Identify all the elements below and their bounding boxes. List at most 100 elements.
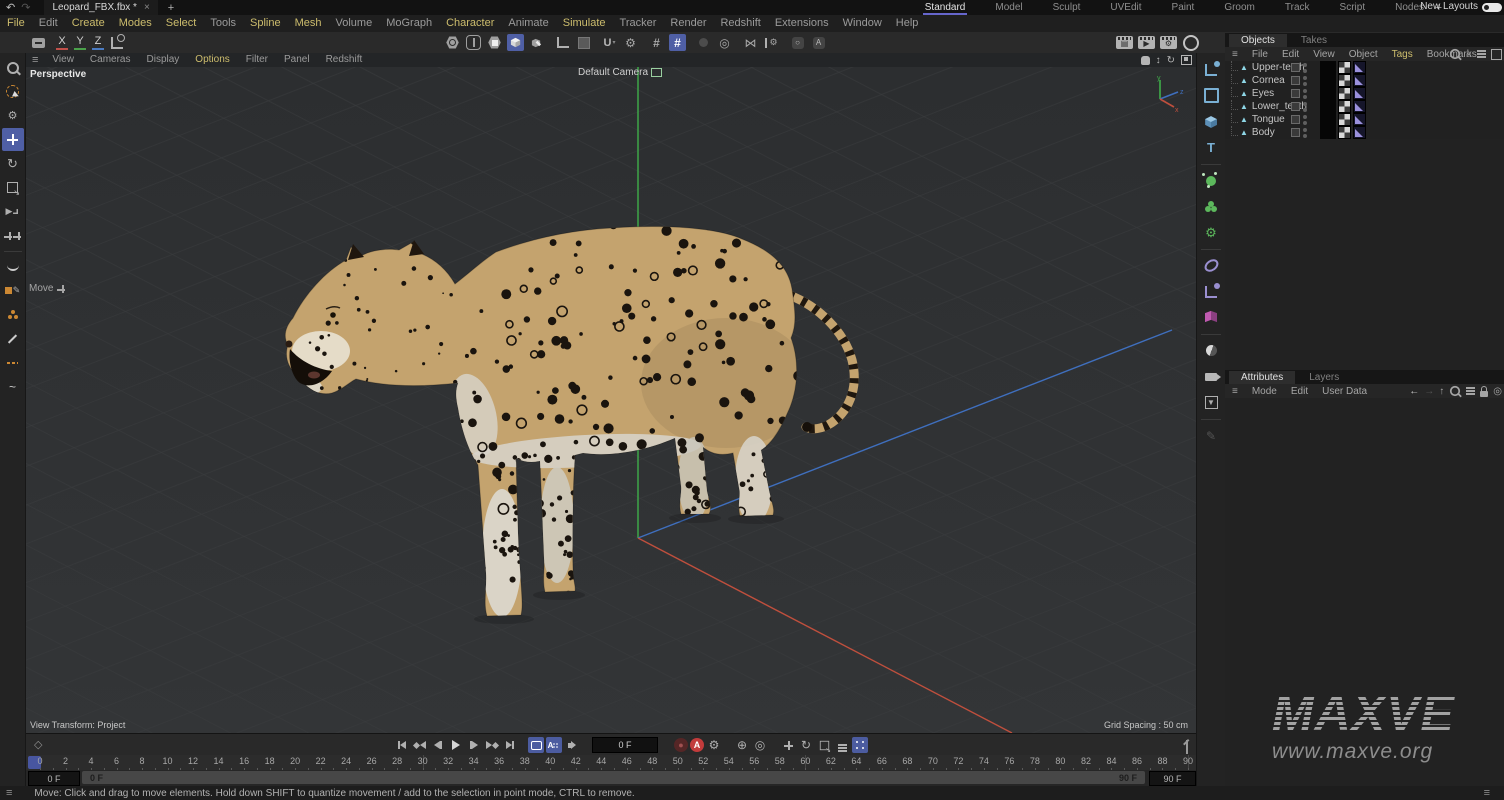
key-position-button[interactable] — [780, 737, 796, 753]
layout-tab-model[interactable]: Model — [993, 1, 1024, 14]
plane-icon[interactable] — [575, 34, 592, 51]
object-visibility-dots[interactable] — [1303, 115, 1307, 125]
object-enable-toggle[interactable] — [1291, 115, 1300, 124]
spline-pen-icon[interactable] — [2, 255, 24, 278]
viewport-search-icon[interactable] — [2, 56, 24, 79]
key-pla-button[interactable] — [852, 737, 868, 753]
axis-gizmo[interactable]: y z x — [1144, 75, 1186, 115]
coordinate-system-icon[interactable]: U▾ — [601, 34, 618, 51]
keying-settings-icon[interactable]: ⚙ — [706, 737, 722, 753]
menu-create[interactable]: Create — [65, 15, 112, 32]
goto-end-button[interactable] — [502, 737, 518, 753]
spline-rect-icon[interactable]: ✎ — [2, 279, 24, 302]
camera-object-icon[interactable] — [1199, 364, 1223, 389]
field-object-icon[interactable] — [1199, 253, 1223, 278]
add-pen-object-icon[interactable] — [528, 34, 545, 51]
spline-smooth-icon[interactable] — [2, 351, 24, 374]
next-frame-button[interactable] — [466, 737, 482, 753]
autokey-button[interactable]: A — [690, 738, 704, 752]
range-start-field[interactable]: 0 F — [28, 771, 80, 786]
phong-tag-icon[interactable] — [1353, 74, 1366, 87]
viewport-menu-display[interactable]: Display — [139, 53, 188, 67]
attr-lock-icon[interactable] — [1480, 391, 1488, 397]
object-row[interactable]: ▲Body — [1225, 126, 1504, 139]
menu-volume[interactable]: Volume — [329, 15, 380, 32]
texture-tag-icon[interactable] — [1338, 126, 1351, 139]
menu-mesh[interactable]: Mesh — [288, 15, 329, 32]
auto-mode-icon[interactable]: A — [810, 34, 827, 51]
document-tab[interactable]: Leopard_FBX.fbx * × — [44, 0, 157, 15]
object-visibility-dots[interactable] — [1303, 76, 1307, 86]
layout-tab-script[interactable]: Script — [1338, 1, 1368, 14]
om-panel-icon[interactable] — [1491, 49, 1502, 60]
object-enable-toggle[interactable] — [1291, 128, 1300, 137]
attr-hamburger-icon[interactable]: ≡ — [1225, 386, 1245, 397]
timeline-popout-icon[interactable] — [1186, 740, 1188, 752]
status-right-hamburger-icon[interactable]: ≡ — [1484, 787, 1490, 799]
disabled-circle-icon[interactable] — [695, 34, 712, 51]
sound-button[interactable] — [564, 737, 580, 753]
workplane-icon[interactable] — [108, 34, 125, 51]
layout-tab-standard[interactable]: Standard — [923, 1, 968, 14]
phong-tag-icon[interactable] — [1353, 113, 1366, 126]
menu-tools[interactable]: Tools — [203, 15, 243, 32]
axis-corner-icon[interactable] — [554, 34, 571, 51]
rotate-view-icon[interactable]: ↻ — [1167, 55, 1175, 66]
3d-viewport[interactable]: ≡ ViewCamerasDisplayOptionsFilterPanelRe… — [26, 53, 1196, 733]
om-hamburger-icon[interactable]: ≡ — [1225, 49, 1245, 60]
object-enable-toggle[interactable] — [1291, 76, 1300, 85]
attr-menu-edit[interactable]: Edit — [1284, 386, 1315, 397]
om-home-icon[interactable]: ⌂ — [1466, 49, 1472, 60]
om-menu-view[interactable]: View — [1306, 49, 1342, 60]
attr-search-icon[interactable] — [1450, 386, 1460, 396]
pan-view-icon[interactable] — [1141, 56, 1150, 65]
undo-icon[interactable]: ↶ — [6, 1, 15, 14]
object-row[interactable]: ▲Lower_teeth — [1225, 100, 1504, 113]
prev-key-button[interactable] — [412, 737, 428, 753]
tree-branch[interactable] — [1231, 126, 1238, 136]
texture-tag-icon[interactable] — [1338, 113, 1351, 126]
key-position-circle-icon[interactable]: ⊕ — [734, 737, 750, 753]
layout-toggle[interactable] — [1482, 3, 1502, 12]
tab-attributes[interactable]: Attributes — [1229, 371, 1295, 384]
camera-link-icon[interactable] — [651, 68, 662, 77]
phong-tag-icon[interactable] — [1353, 126, 1366, 139]
multi-move-icon[interactable] — [2, 224, 24, 247]
cursor-move-icon[interactable]: ▶ — [2, 200, 24, 223]
menu-redshift[interactable]: Redshift — [713, 15, 767, 32]
target-icon[interactable]: ◎ — [716, 34, 733, 51]
menu-spline[interactable]: Spline — [243, 15, 288, 32]
menu-mograph[interactable]: MoGraph — [379, 15, 439, 32]
om-search-icon[interactable] — [1450, 49, 1460, 59]
menu-select[interactable]: Select — [159, 15, 204, 32]
axis-z-lock-button[interactable]: Z — [90, 34, 106, 50]
text-object-icon[interactable]: T — [1199, 135, 1223, 160]
om-filter-icon[interactable] — [1477, 50, 1486, 52]
tree-branch[interactable] — [1231, 61, 1238, 71]
prev-frame-button[interactable] — [430, 737, 446, 753]
object-enable-toggle[interactable] — [1291, 102, 1300, 111]
gear-dropdown-icon[interactable]: ⚙ — [622, 34, 639, 51]
tree-branch[interactable] — [1231, 74, 1238, 84]
phong-tag-icon[interactable] — [1353, 100, 1366, 113]
render-icon[interactable] — [465, 34, 482, 51]
array-generator-icon[interactable] — [1199, 194, 1223, 219]
null-object-icon[interactable] — [1199, 57, 1223, 82]
phong-tag-icon[interactable] — [1353, 61, 1366, 74]
attr-forward-icon[interactable]: → — [1424, 386, 1434, 397]
snap-settings-icon[interactable]: ⚙ — [763, 34, 780, 51]
tab-takes[interactable]: Takes — [1289, 34, 1339, 47]
layout-tab-paint[interactable]: Paint — [1170, 1, 1197, 14]
object-visibility-dots[interactable] — [1303, 63, 1307, 73]
subdivision-surface-icon[interactable] — [1199, 168, 1223, 193]
new-layouts-label[interactable]: New Layouts — [1420, 1, 1478, 12]
range-end-field[interactable]: 90 F — [1149, 771, 1196, 786]
goto-start-button[interactable] — [394, 737, 410, 753]
loop-mode-button[interactable] — [528, 737, 544, 753]
object-row[interactable]: ▲Cornea — [1225, 74, 1504, 87]
menu-modes[interactable]: Modes — [112, 15, 159, 32]
camera-label[interactable]: Default Camera — [578, 67, 662, 78]
texture-tag-icon[interactable] — [1338, 61, 1351, 74]
spline-rect-object-icon[interactable] — [1199, 83, 1223, 108]
status-hamburger-icon[interactable]: ≡ — [6, 787, 12, 799]
